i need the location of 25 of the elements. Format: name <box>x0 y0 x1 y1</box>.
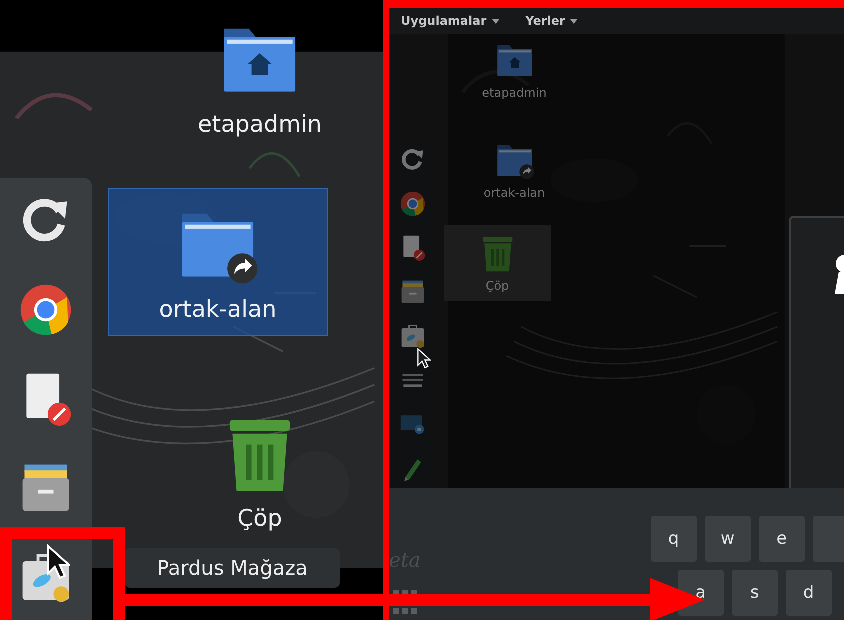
desktop-item[interactable]: Çöp <box>150 398 370 544</box>
keyboard-key[interactable]: d <box>786 570 832 616</box>
desktop-item[interactable]: etapadmin <box>461 34 568 108</box>
icon-label: etapadmin <box>198 112 322 138</box>
keyboard-key[interactable]: q <box>650 516 697 562</box>
caret-icon <box>570 18 578 24</box>
icon-label: ortak-alan <box>484 186 546 200</box>
tooltip: Pardus Mağaza <box>125 548 340 588</box>
keyboard-key[interactable]: w <box>704 516 751 562</box>
icon-label: ortak-alan <box>159 297 277 323</box>
pointer-icon <box>46 544 70 580</box>
desktop-item[interactable]: etapadmin <box>150 4 370 150</box>
menu-button[interactable]: Yerler <box>526 14 578 28</box>
icon-label: Çöp <box>238 506 282 532</box>
icon-label: Çöp <box>486 279 510 293</box>
icon-label: etapadmin <box>482 86 547 100</box>
drawer-icon[interactable] <box>399 278 427 306</box>
desktop-item[interactable]: ortak-alan <box>108 188 328 336</box>
keyboard-key[interactable]: s <box>732 570 778 616</box>
desktop-item[interactable]: ortak-alan <box>461 132 568 208</box>
browser-icon[interactable] <box>399 190 427 218</box>
caret-icon <box>492 18 500 24</box>
keyboard-key[interactable]: e <box>758 516 805 562</box>
pointer-icon <box>417 348 431 369</box>
menu-button[interactable]: Uygulamalar <box>401 14 500 28</box>
